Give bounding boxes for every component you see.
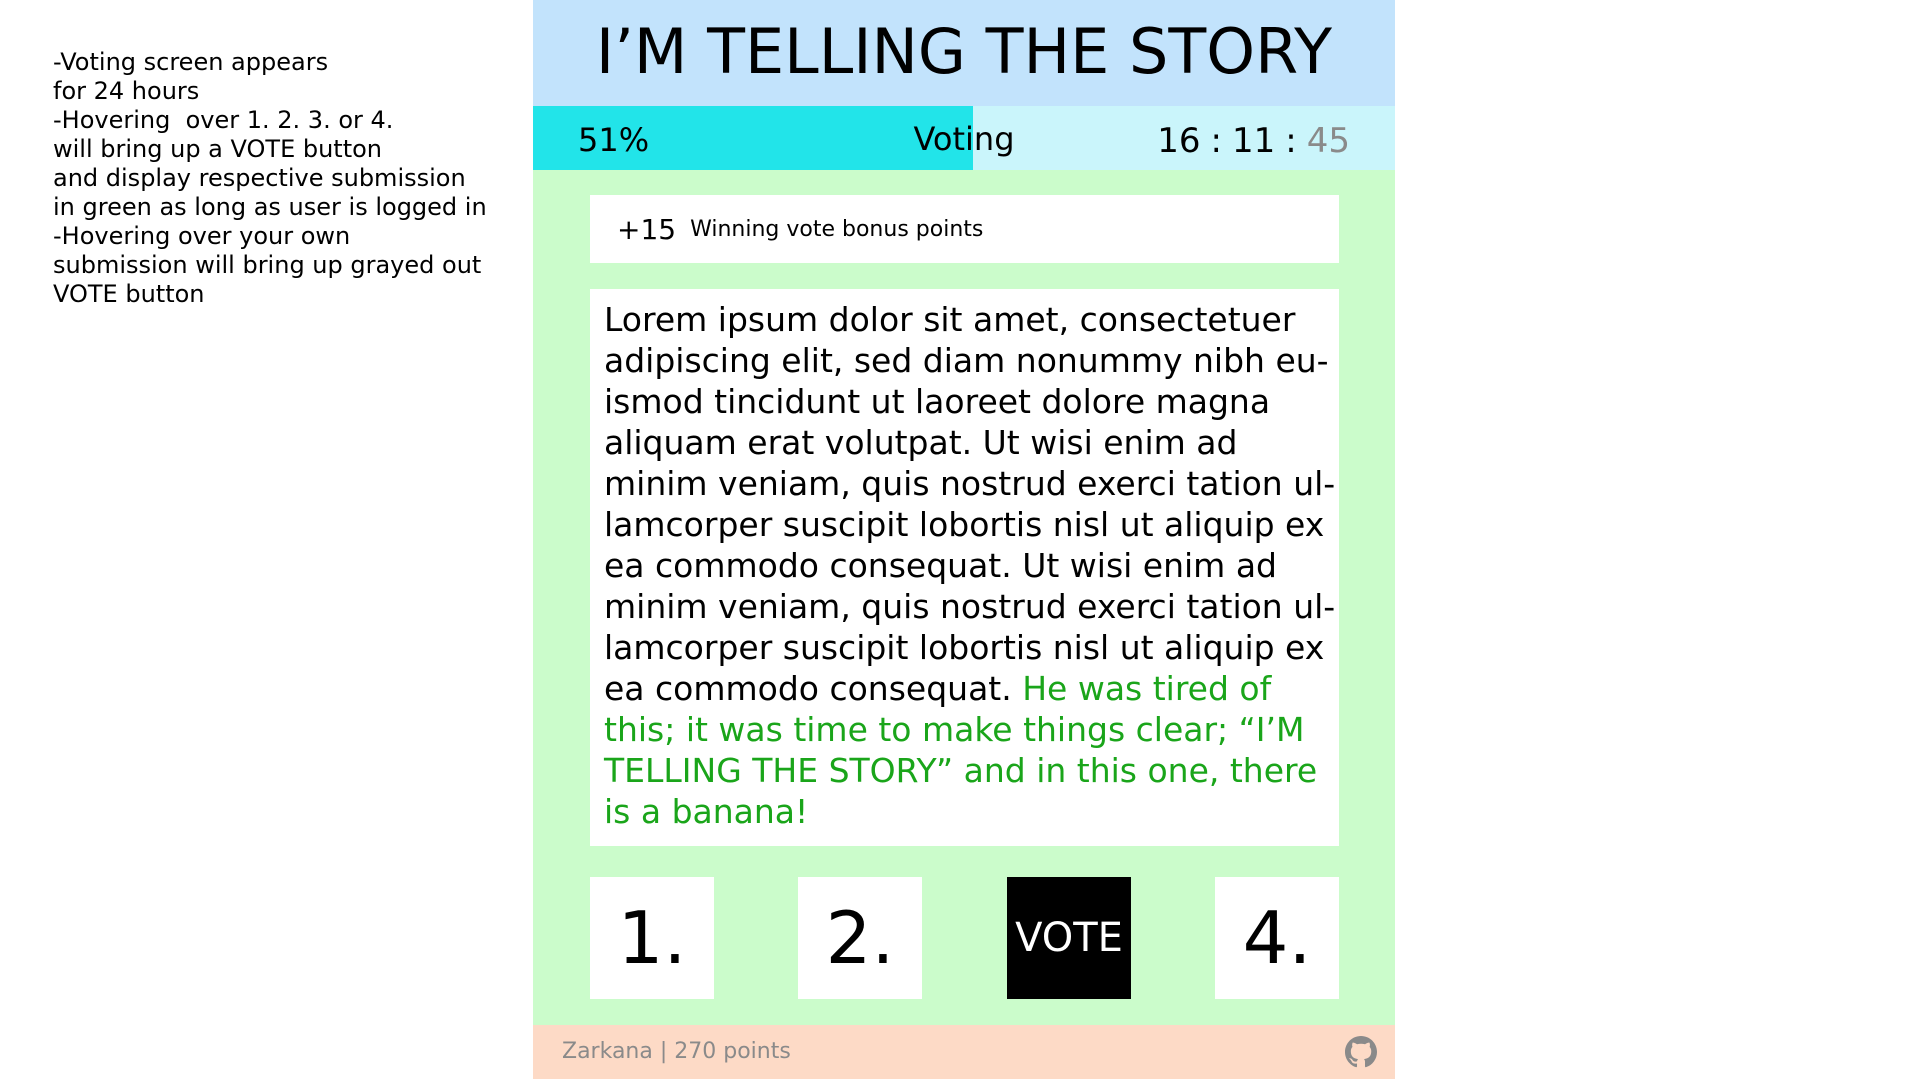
user-points: Zarkana | 270 points (562, 1039, 791, 1064)
note-line: -Voting screen appears (53, 48, 329, 76)
story-panel: Lorem ipsum dolor sit amet, consectetuer… (590, 289, 1339, 846)
story-line-mixed: ea commodo consequat. He was tired of (604, 668, 1327, 709)
story-line: Lorem ipsum dolor sit amet, consectetuer (604, 300, 1296, 339)
submission-line: this; it was time to make things clear; … (604, 710, 1305, 749)
annotation-notes: -Voting screen appears for 24 hours -Hov… (53, 48, 513, 309)
story-line: ea commodo consequat. Ut wisi enim ad (604, 546, 1277, 585)
note-line: and display respective submission (53, 164, 466, 192)
note-line: for 24 hours (53, 77, 200, 105)
story-line: adipiscing elit, sed diam nonummy nibh e… (604, 341, 1329, 380)
note-line: -Hovering over 1. 2. 3. or 4. (53, 106, 394, 134)
submission-line: TELLING THE STORY” and in this one, ther… (604, 751, 1318, 790)
page-title: I’M TELLING THE STORY (595, 14, 1333, 88)
note-line: submission will bring up grayed out (53, 251, 482, 279)
bonus-label: Winning vote bonus points (690, 216, 984, 242)
header: I’M TELLING THE STORY (533, 0, 1395, 106)
story-line: aliquam erat volutpat. Ut wisi enim ad (604, 423, 1238, 462)
countdown-timer: 16 : 11 : 45 (1157, 121, 1350, 161)
timer-minutes: 11 (1232, 121, 1276, 161)
github-icon[interactable] (1345, 1036, 1377, 1068)
note-line: VOTE button (53, 280, 205, 308)
bonus-banner: +15 Winning vote bonus points (590, 195, 1339, 263)
story-line: minim veniam, quis nostrud exerci tation… (604, 587, 1336, 626)
timer-seconds: 45 (1306, 121, 1350, 161)
story-line: ismod tincidunt ut laoreet dolore magna (604, 382, 1271, 421)
story-text: Lorem ipsum dolor sit amet, consectetuer… (604, 299, 1336, 832)
timer-hours: 16 (1157, 121, 1201, 161)
footer: Zarkana | 270 points (533, 1025, 1395, 1079)
note-line: will bring up a VOTE button (53, 135, 383, 163)
story-line: minim veniam, quis nostrud exerci tation… (604, 464, 1336, 503)
choice-2-button[interactable]: 2. (798, 877, 922, 999)
voting-screen: I’M TELLING THE STORY 51% Voting 16 : 11… (533, 0, 1395, 1079)
choice-1-button[interactable]: 1. (590, 877, 714, 999)
choice-4-button[interactable]: 4. (1215, 877, 1339, 999)
story-segment: ea commodo consequat. (604, 669, 1023, 708)
timer-separator: : (1285, 121, 1297, 161)
vote-button[interactable]: VOTE (1007, 877, 1131, 999)
story-line: lamcorper suscipit lobortis nisl ut aliq… (604, 505, 1325, 544)
bonus-points: +15 (617, 212, 677, 246)
status-bar: 51% Voting 16 : 11 : 45 (533, 106, 1395, 170)
note-line: in green as long as user is logged in (53, 193, 487, 221)
submission-choices: 1. 2. VOTE 4. (590, 877, 1339, 999)
note-line: -Hovering over your own (53, 222, 351, 250)
timer-separator: : (1210, 121, 1222, 161)
submission-text-highlight: He was tired of (1022, 669, 1272, 708)
submission-line: is a banana! (604, 792, 809, 831)
story-line: lamcorper suscipit lobortis nisl ut aliq… (604, 628, 1325, 667)
